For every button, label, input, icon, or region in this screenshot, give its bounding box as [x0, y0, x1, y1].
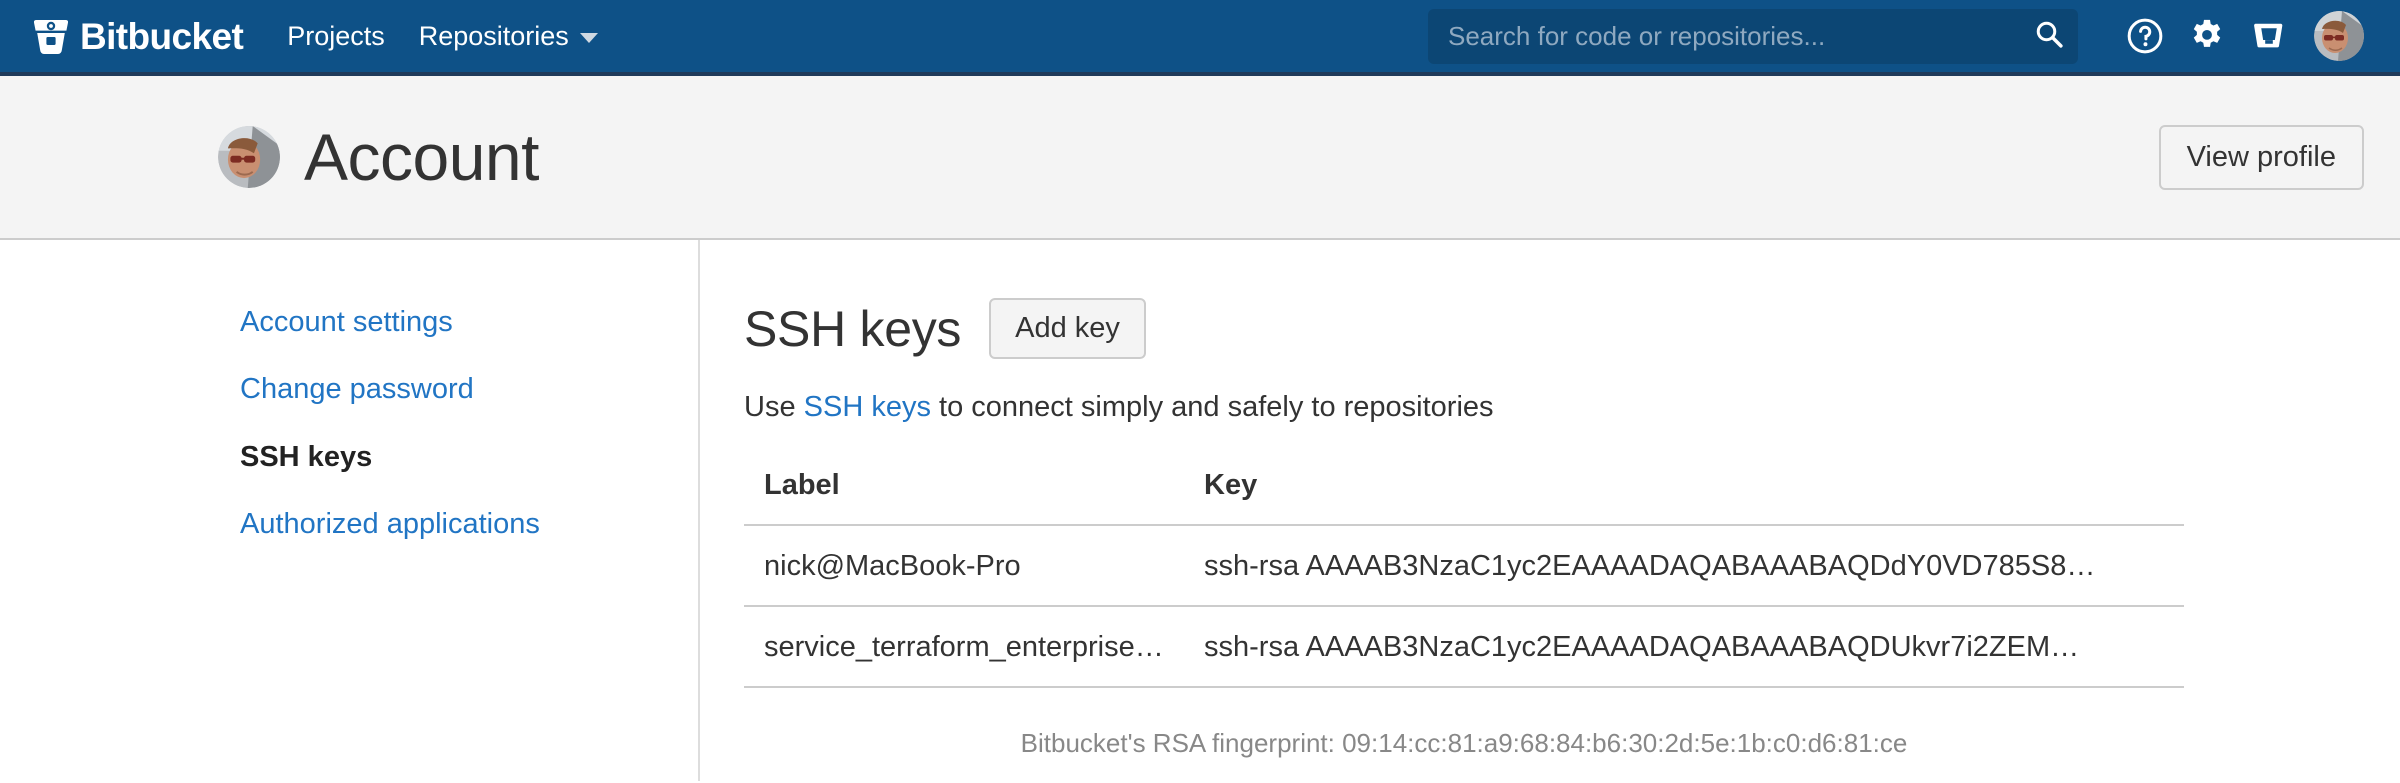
sidebar-item-change-password[interactable]: Change password	[0, 371, 698, 407]
sidebar-item-authorized-applications-label: Authorized applications	[240, 507, 540, 540]
sidebar-item-account-settings-label: Account settings	[240, 306, 453, 338]
ssh-keys-content: SSH keys Add key Use SSH keys to connect…	[700, 240, 2400, 781]
page-body: Account settings Change password SSH key…	[0, 240, 2400, 781]
profile-avatar-icon	[218, 126, 280, 188]
bitbucket-logo-icon	[34, 18, 68, 54]
search-container[interactable]	[1428, 8, 2078, 64]
cell-label: service_terraform_enterprise…	[744, 605, 1184, 688]
nav-right-group	[1428, 5, 2364, 67]
ssh-keys-doc-link[interactable]: SSH keys	[804, 391, 931, 423]
add-key-button[interactable]: Add key	[989, 298, 1146, 359]
search-input[interactable]	[1448, 20, 2034, 52]
account-sidebar: Account settings Change password SSH key…	[0, 240, 700, 781]
ssh-keys-description: Use SSH keys to connect simply and safel…	[744, 389, 2400, 427]
search-icon[interactable]	[2034, 19, 2064, 54]
rsa-fingerprint-text: Bitbucket's RSA fingerprint: 09:14:cc:81…	[1020, 727, 1908, 758]
description-prefix: Use	[744, 391, 804, 423]
sidebar-item-account-settings[interactable]: Account settings	[0, 304, 698, 340]
chevron-down-icon	[579, 33, 598, 43]
section-header: SSH keys Add key	[744, 298, 2400, 359]
sidebar-item-authorized-applications[interactable]: Authorized applications	[0, 506, 698, 542]
table-row[interactable]: service_terraform_enterprise… ssh-rsa AA…	[744, 605, 2184, 688]
table-row[interactable]: nick@MacBook-Pro ssh-rsa AAAAB3NzaC1yc2E…	[744, 524, 2184, 607]
page-header-band: Account View profile	[0, 76, 2400, 240]
bitbucket-home-link[interactable]: Bitbucket	[34, 15, 244, 57]
nav-link-repositories[interactable]: Repositories	[418, 20, 598, 51]
cell-key: ssh-rsa AAAAB3NzaC1yc2EAAAADAQABAAABAQDd…	[1184, 524, 2184, 607]
page-title: Account	[304, 120, 539, 194]
cell-key: ssh-rsa AAAAB3NzaC1yc2EAAAADAQABAAABAQDU…	[1184, 605, 2184, 688]
sidebar-item-ssh-keys-label: SSH keys	[240, 440, 373, 473]
sidebar-item-ssh-keys[interactable]: SSH keys	[0, 439, 698, 475]
view-profile-button[interactable]: View profile	[2158, 124, 2364, 190]
description-suffix: to connect simply and safely to reposito…	[930, 391, 1494, 423]
cell-label: nick@MacBook-Pro	[744, 524, 1184, 607]
sidebar-item-change-password-label: Change password	[240, 373, 474, 406]
nav-link-projects-label: Projects	[287, 20, 385, 51]
primary-nav-links: Projects Repositories	[287, 20, 598, 51]
inbox-tray-icon[interactable]	[2238, 5, 2300, 67]
column-header-key: Key	[1184, 468, 2184, 526]
table-header-row: Label Key	[744, 468, 2184, 526]
top-navigation-bar: Bitbucket Projects Repositories	[0, 0, 2400, 76]
nav-link-projects[interactable]: Projects	[287, 20, 385, 51]
settings-gear-icon[interactable]	[2176, 5, 2238, 67]
user-avatar-icon[interactable]	[2314, 11, 2364, 61]
nav-link-repositories-label: Repositories	[418, 20, 569, 51]
help-icon[interactable]	[2114, 5, 2176, 67]
brand-name: Bitbucket	[80, 15, 244, 57]
ssh-keys-table: Label Key nick@MacBook-Pro ssh-rsa AAAAB…	[744, 468, 2184, 688]
column-header-label: Label	[744, 468, 1184, 526]
section-title: SSH keys	[744, 300, 962, 357]
